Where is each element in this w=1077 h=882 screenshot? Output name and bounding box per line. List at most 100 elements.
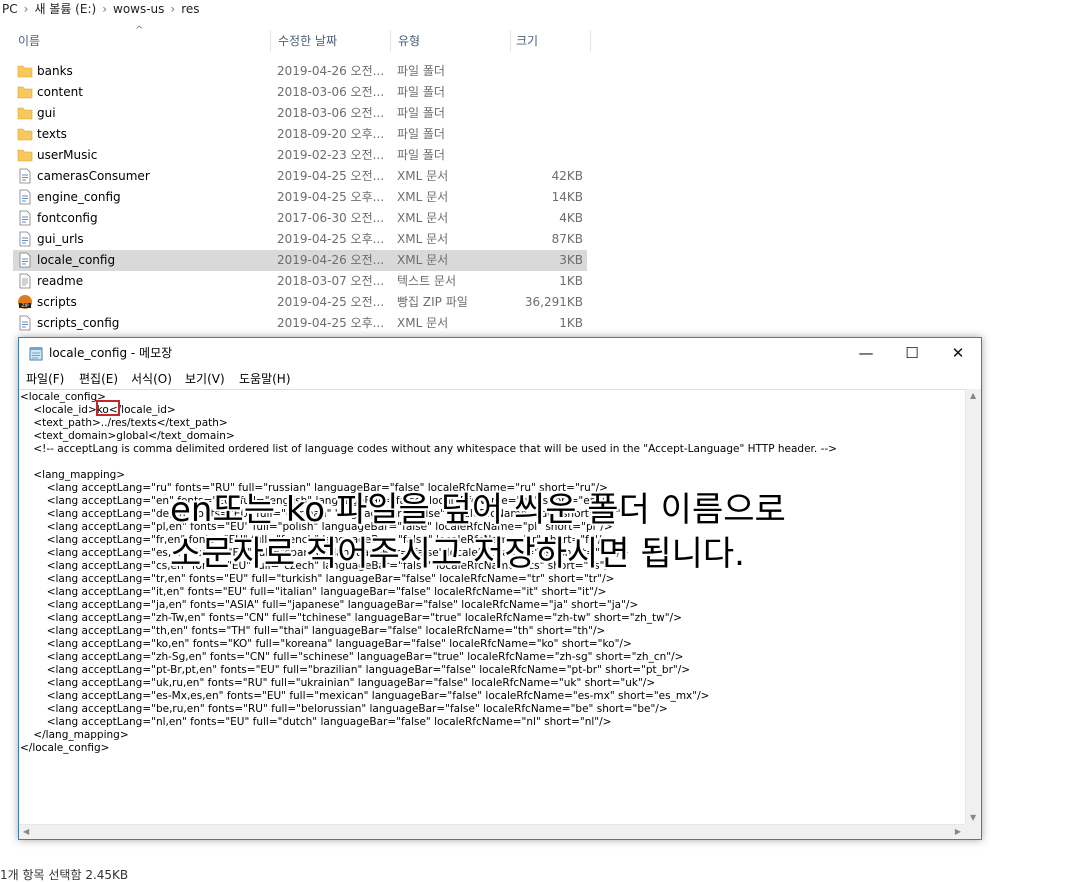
breadcrumb-pc[interactable]: PC xyxy=(2,0,18,18)
text-line: <lang acceptLang="uk,ru,en" fonts="RU" f… xyxy=(20,677,656,689)
file-type: XML 문서 xyxy=(397,190,449,204)
file-name: readme xyxy=(37,274,84,288)
file-size: 1KB xyxy=(559,274,583,288)
text-line: <lang acceptLang="zh-Sg,en" fonts="CN" f… xyxy=(20,651,684,663)
file-name: scripts_config xyxy=(37,316,120,330)
chevron-right-icon: › xyxy=(102,2,107,16)
notepad-menubar: 파일(F) 편집(E) 서식(O) 보기(V) 도움말(H) xyxy=(19,369,981,389)
folder-icon xyxy=(17,105,33,121)
address-breadcrumb[interactable]: PC › 새 볼륨 (E:) › wows-us › res xyxy=(0,0,1077,22)
menu-view[interactable]: 보기(V) xyxy=(185,369,225,389)
column-header-type[interactable]: 유형 xyxy=(398,28,420,54)
folder-icon xyxy=(17,84,33,100)
folder-icon xyxy=(17,126,33,142)
breadcrumb-wows-us[interactable]: wows-us xyxy=(113,0,164,18)
folder-icon xyxy=(17,63,33,79)
file-type: XML 문서 xyxy=(397,232,449,246)
text-line: <lang acceptLang="es-Mx,es,en" fonts="EU… xyxy=(20,690,710,702)
breadcrumb-volume[interactable]: 새 볼륨 (E:) xyxy=(34,0,96,18)
text-line: <lang acceptLang="zh-Tw,en" fonts="CN" f… xyxy=(20,612,682,624)
menu-format[interactable]: 서식(O) xyxy=(131,369,172,389)
file-row[interactable]: gui_urls 2019-04-25 오후... XML 문서 87KB xyxy=(13,229,587,250)
close-button[interactable]: ✕ xyxy=(935,338,981,368)
file-row[interactable]: camerasConsumer 2019-04-25 오전... XML 문서 42K… xyxy=(13,166,587,187)
file-row[interactable]: texts 2018-09-20 오후... 파일 폴더 xyxy=(13,124,587,145)
file-size: 42KB xyxy=(551,169,583,183)
notepad-window: locale_config - 메모장 — ☐ ✕ 파일(F) 편집(E) 서식… xyxy=(18,337,982,840)
maximize-button[interactable]: ☐ xyxy=(889,338,935,368)
text-line: <locale_config> xyxy=(20,391,106,403)
vertical-scrollbar[interactable]: ▲ ▼ xyxy=(965,389,981,824)
file-name: scripts xyxy=(37,295,77,309)
file-name: gui xyxy=(37,106,56,120)
column-divider[interactable] xyxy=(390,30,391,52)
notepad-title-bar[interactable]: locale_config - 메모장 — ☐ ✕ xyxy=(19,338,981,369)
column-header-name[interactable]: 이름 xyxy=(18,28,40,54)
text-line: <lang acceptLang="nl,en" fonts="EU" full… xyxy=(20,716,612,728)
menu-edit[interactable]: 편집(E) xyxy=(79,369,118,389)
column-divider[interactable] xyxy=(510,30,511,52)
file-row[interactable]: content 2018-03-06 오전... 파일 폴더 xyxy=(13,82,587,103)
file-size: 3KB xyxy=(559,253,583,267)
text-line: <lang acceptLang="pt-Br,pt,en" fonts="EU… xyxy=(20,664,691,676)
file-size: 87KB xyxy=(551,232,583,246)
xml-file-icon xyxy=(17,189,33,205)
file-name: gui_urls xyxy=(37,232,84,246)
text-line: <lang_mapping> xyxy=(20,469,126,481)
scroll-left-icon[interactable]: ◀ xyxy=(23,827,29,836)
file-date: 2018-03-07 오전... xyxy=(277,274,385,288)
file-size: 36,291KB xyxy=(524,295,583,309)
size-grip[interactable] xyxy=(965,824,981,839)
xml-file-icon xyxy=(17,252,33,268)
svg-text:ZIP: ZIP xyxy=(21,303,28,309)
text-line: </locale_config> xyxy=(20,742,110,754)
file-name: engine_config xyxy=(37,190,121,204)
file-row[interactable]: banks 2019-04-26 오전... 파일 폴더 xyxy=(13,61,587,82)
column-header-size[interactable]: 크기 xyxy=(516,28,538,54)
file-date: 2019-04-25 오후... xyxy=(277,232,385,246)
file-type: 파일 폴더 xyxy=(397,148,445,162)
column-divider[interactable] xyxy=(270,30,271,52)
file-name: banks xyxy=(37,64,73,78)
file-type: 텍스트 문서 xyxy=(397,274,457,288)
text-line: </lang_mapping> xyxy=(20,729,129,741)
column-divider[interactable] xyxy=(590,30,591,52)
annotation-line-1: en또는 ko 파일을 덮어 씌운 폴더 이름으로 xyxy=(170,490,786,530)
file-date: 2018-09-20 오후... xyxy=(277,127,385,141)
text-line: <lang acceptLang="be,ru,en" fonts="RU" f… xyxy=(20,703,668,715)
annotation-line-2: 소문자로 적어주시고 저장하시면 됩니다. xyxy=(170,534,745,574)
file-row[interactable]: gui 2018-03-06 오전... 파일 폴더 xyxy=(13,103,587,124)
file-date: 2019-02-23 오전... xyxy=(277,148,385,162)
file-size: 14KB xyxy=(551,190,583,204)
scroll-down-icon[interactable]: ▼ xyxy=(970,813,976,822)
xml-file-icon xyxy=(17,315,33,331)
file-row[interactable]: ZIP scripts 2019-04-25 오전... 빵집 ZIP 파일 36,29… xyxy=(13,292,587,313)
xml-file-icon xyxy=(17,231,33,247)
menu-file[interactable]: 파일(F) xyxy=(26,369,64,389)
text-line: <lang acceptLang="tr,en" fonts="EU" full… xyxy=(20,573,615,585)
file-row[interactable]: locale_config 2019-04-26 오전... XML 문서 3KB xyxy=(13,250,587,271)
minimize-button[interactable]: — xyxy=(843,338,889,368)
zip-file-icon: ZIP xyxy=(17,294,33,310)
file-type: XML 문서 xyxy=(397,316,449,330)
file-date: 2019-04-26 오전... xyxy=(277,253,385,267)
scroll-right-icon[interactable]: ▶ xyxy=(955,827,961,836)
file-date: 2019-04-26 오전... xyxy=(277,64,385,78)
column-header-date[interactable]: 수정한 날짜 xyxy=(278,28,337,54)
file-date: 2019-04-25 오전... xyxy=(277,295,385,309)
text-file-icon xyxy=(17,273,33,289)
file-row[interactable]: engine_config 2019-04-25 오후... XML 문서 14KB xyxy=(13,187,587,208)
chevron-right-icon: › xyxy=(170,2,176,16)
file-type: 파일 폴더 xyxy=(397,127,445,141)
notepad-text-area[interactable]: <locale_config> <locale_id>ko</locale_id… xyxy=(19,389,965,824)
menu-help[interactable]: 도움말(H) xyxy=(239,369,291,389)
horizontal-scrollbar[interactable]: ◀ ▶ xyxy=(19,824,965,839)
status-bar: 1개 항목 선택함 2.45KB xyxy=(0,868,129,882)
scroll-up-icon[interactable]: ▲ xyxy=(970,391,976,400)
file-row[interactable]: userMusic 2019-02-23 오전... 파일 폴더 xyxy=(13,145,587,166)
breadcrumb-res[interactable]: res xyxy=(181,0,199,18)
file-row[interactable]: fontconfig 2017-06-30 오전... XML 문서 4KB xyxy=(13,208,587,229)
text-line: <lang acceptLang="ja,en" fonts="ASIA" fu… xyxy=(20,599,639,611)
file-row[interactable]: readme 2018-03-07 오전... 텍스트 문서 1KB xyxy=(13,271,587,292)
file-row[interactable]: scripts_config 2019-04-25 오후... XML 문서 1KB xyxy=(13,313,587,334)
